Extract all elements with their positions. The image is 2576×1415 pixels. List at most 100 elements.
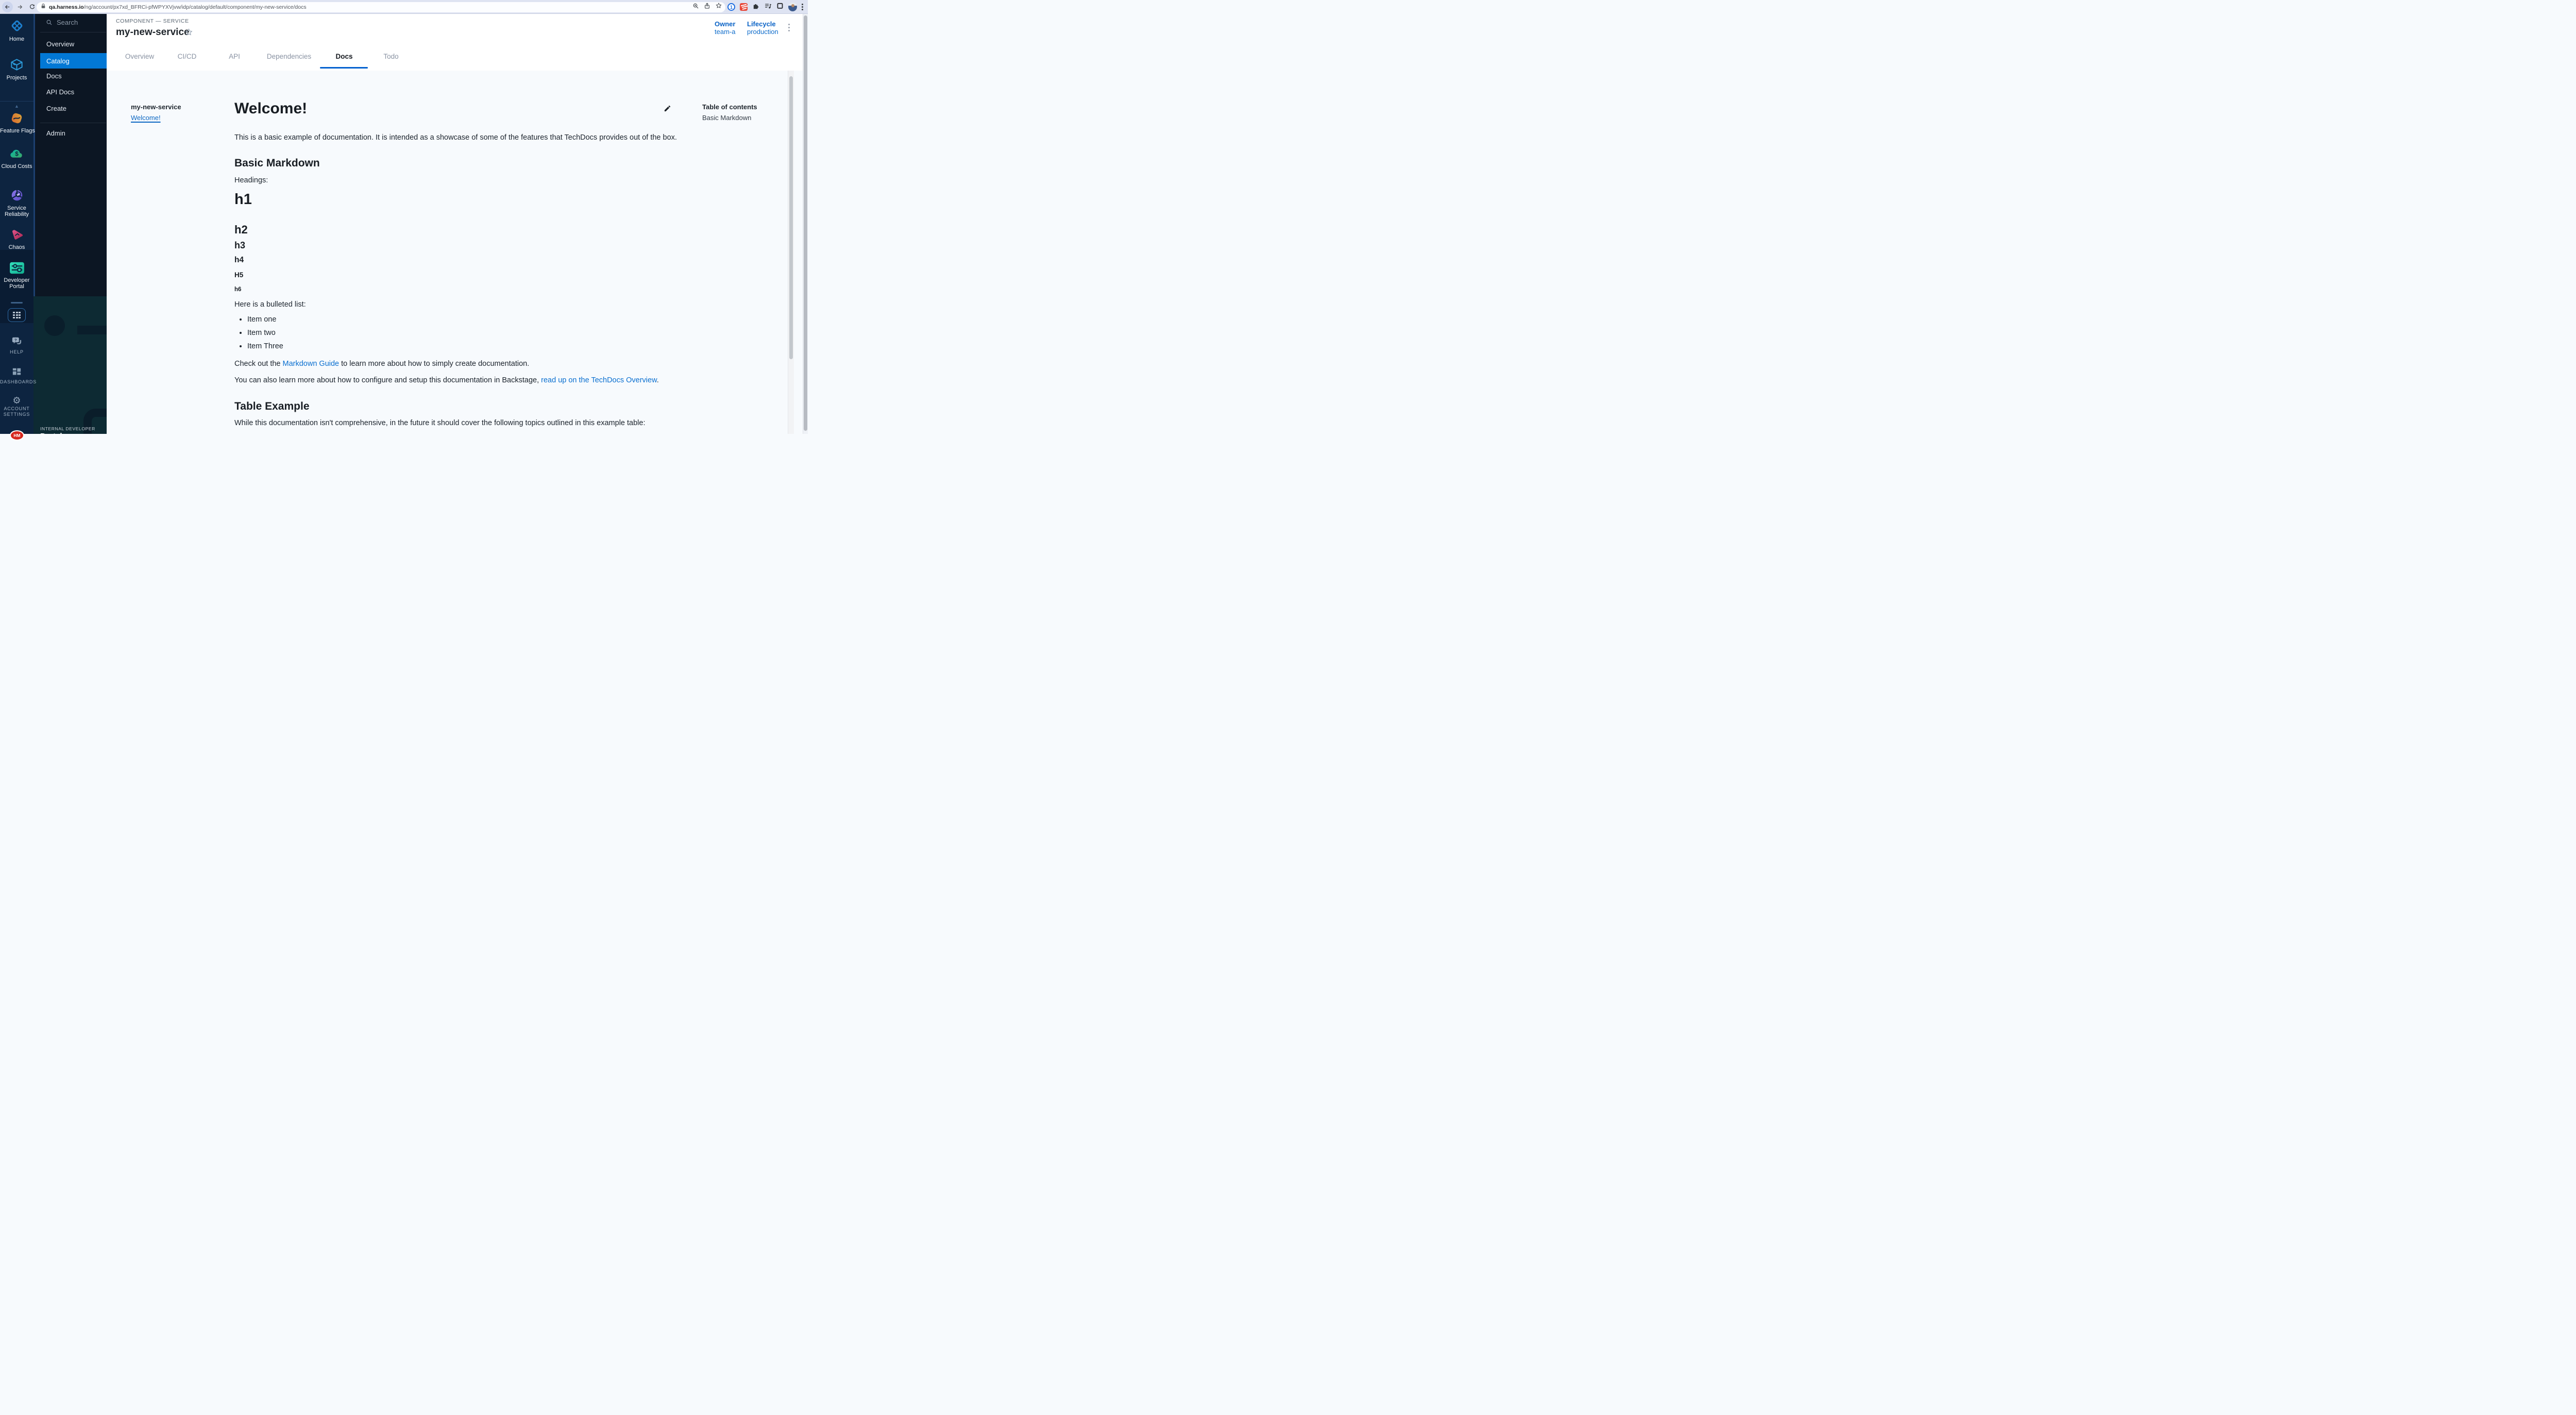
module-picker-button[interactable] <box>8 308 26 322</box>
sidebar-item-account-settings[interactable]: ⚙ ACCOUNT SETTINGS <box>0 396 33 417</box>
doc-paragraph-markdown-guide: Check out the Markdown Guide to learn mo… <box>234 360 529 368</box>
svg-text:?: ? <box>14 338 17 343</box>
reload-icon[interactable] <box>27 2 38 12</box>
doc-paragraph-headings: Headings: <box>234 176 268 184</box>
developer-portal-icon <box>9 261 25 277</box>
back-icon[interactable] <box>2 2 13 12</box>
sidebar-item-label: DASHBOARDS <box>0 379 33 385</box>
browser-profile-avatar[interactable] <box>788 3 797 11</box>
docs-nav-title: my-new-service <box>131 103 181 111</box>
playlist-icon[interactable] <box>764 2 772 12</box>
header-menu-icon[interactable] <box>788 24 790 31</box>
text-segment: You can also learn more about how to con… <box>234 376 541 384</box>
zoom-page-icon[interactable] <box>692 3 699 12</box>
text-segment: . <box>657 376 659 384</box>
decor-bar <box>77 326 107 334</box>
search-placeholder: Search <box>57 19 78 26</box>
sidebar-item-home[interactable]: Home <box>0 18 33 42</box>
bookmark-star-icon[interactable] <box>715 2 722 12</box>
search-input[interactable]: Search <box>46 19 78 26</box>
entity-header <box>107 14 803 71</box>
sidebar-item-service-reliability[interactable]: Service Reliability <box>0 188 33 217</box>
sidebar-item-dashboards[interactable]: DASHBOARDS <box>0 367 33 385</box>
share-icon[interactable] <box>704 3 710 12</box>
edit-pencil-icon[interactable] <box>664 105 671 115</box>
text-segment: to learn more about how to simply create… <box>339 360 529 368</box>
owner-value[interactable]: team-a <box>715 28 735 36</box>
decor-ring <box>44 315 65 336</box>
sidebar-footer-art: INTERNAL DEVELOPER Portal <box>33 296 107 434</box>
doc-sample-h2: h2 <box>234 223 248 237</box>
chaos-icon <box>10 227 24 244</box>
window-scrollbar-thumb[interactable] <box>804 15 807 431</box>
service-reliability-icon <box>10 188 24 205</box>
sidebar-item-label: Home <box>0 36 33 42</box>
text-segment: Check out the <box>234 360 283 368</box>
nav-item-overview[interactable]: Overview <box>46 40 74 48</box>
browser-menu-icon[interactable] <box>802 4 803 10</box>
brand-title: Portal <box>40 432 62 434</box>
sidebar-item-developer-portal[interactable]: Developer Portal <box>0 261 33 290</box>
lifecycle-label: Lifecycle <box>747 21 778 28</box>
doc-sample-h3: h3 <box>234 240 245 251</box>
doc-heading-table-example: Table Example <box>234 400 310 413</box>
list-item: Item two <box>247 329 283 342</box>
browser-toolbar: qa.harness.io/ng/account/px7xd_BFRCi-pfW… <box>0 0 808 14</box>
sidebar-item-label: ACCOUNT SETTINGS <box>0 406 33 417</box>
owner-meta[interactable]: Owner team-a <box>715 21 735 36</box>
gear-icon: ⚙ <box>12 396 21 406</box>
sidebar-item-projects[interactable]: Projects <box>0 57 33 81</box>
active-tab-underline <box>320 67 368 69</box>
sidebar-item-label: Feature Flags <box>0 128 33 134</box>
sidebar-item-feature-flags[interactable]: Feature Flags <box>0 111 33 134</box>
toc-title: Table of contents <box>702 103 757 111</box>
doc-sample-h5: H5 <box>234 271 243 279</box>
doc-paragraph-outro: While this documentation isn't comprehen… <box>234 419 645 427</box>
tab-todo[interactable]: Todo <box>383 53 398 60</box>
tab-overview[interactable]: Overview <box>125 53 154 60</box>
lifecycle-value: production <box>747 28 778 36</box>
extensions-puzzle-icon[interactable] <box>752 2 759 12</box>
sidebar-item-help[interactable]: ? HELP <box>0 336 33 355</box>
sidepanel-icon[interactable] <box>776 2 784 12</box>
toc-item-basic-markdown[interactable]: Basic Markdown <box>702 114 751 122</box>
brand-eyebrow: INTERNAL DEVELOPER <box>40 426 95 431</box>
help-chat-icon: ? <box>11 336 22 349</box>
dashboards-icon <box>12 367 22 379</box>
lock-icon <box>41 3 46 12</box>
nav-item-catalog[interactable]: Catalog <box>40 53 107 69</box>
favorite-star-icon[interactable] <box>184 28 193 39</box>
nav-item-api-docs[interactable]: API Docs <box>46 88 74 96</box>
docs-nav-link-welcome[interactable]: Welcome! <box>131 114 161 122</box>
collapse-caret-icon[interactable]: ▲ <box>0 104 33 109</box>
sidebar-item-cloud-costs[interactable]: $ Cloud Costs <box>0 147 33 170</box>
todoist-icon[interactable] <box>740 3 748 11</box>
sidebar-item-label: Projects <box>0 75 33 81</box>
sidebar-item-label: Service Reliability <box>0 205 33 217</box>
markdown-guide-link[interactable]: Markdown Guide <box>283 360 340 368</box>
list-item: Item one <box>247 315 283 329</box>
url-text: qa.harness.io/ng/account/px7xd_BFRCi-pfW… <box>49 4 307 10</box>
list-item: Item Three <box>247 342 283 356</box>
nav-item-docs[interactable]: Docs <box>46 72 62 80</box>
password-manager-icon[interactable]: 1 <box>727 3 735 11</box>
address-bar[interactable]: qa.harness.io/ng/account/px7xd_BFRCi-pfW… <box>37 2 725 12</box>
content-scrollbar-thumb[interactable] <box>789 76 793 359</box>
forward-icon[interactable] <box>14 2 25 12</box>
lifecycle-meta[interactable]: Lifecycle production <box>747 21 778 36</box>
tab-api[interactable]: API <box>229 53 240 60</box>
tab-dependencies[interactable]: Dependencies <box>267 53 311 60</box>
sidebar-item-chaos[interactable]: Chaos <box>0 227 33 250</box>
nav-item-create[interactable]: Create <box>46 105 66 112</box>
search-icon <box>46 19 53 26</box>
tab-cicd[interactable]: CI/CD <box>178 53 197 60</box>
doc-paragraph-backstage: You can also learn more about how to con… <box>234 376 659 384</box>
techdocs-overview-link[interactable]: read up on the TechDocs Overview <box>541 376 657 384</box>
nav-item-admin[interactable]: Admin <box>46 129 65 137</box>
user-avatar[interactable]: HM <box>10 430 24 441</box>
breadcrumb: COMPONENT — SERVICE <box>116 18 189 24</box>
doc-heading-welcome: Welcome! <box>234 100 307 117</box>
page-title: my-new-service <box>116 27 190 38</box>
sidebar-drag-handle[interactable] <box>11 302 23 304</box>
tab-docs[interactable]: Docs <box>335 53 352 60</box>
